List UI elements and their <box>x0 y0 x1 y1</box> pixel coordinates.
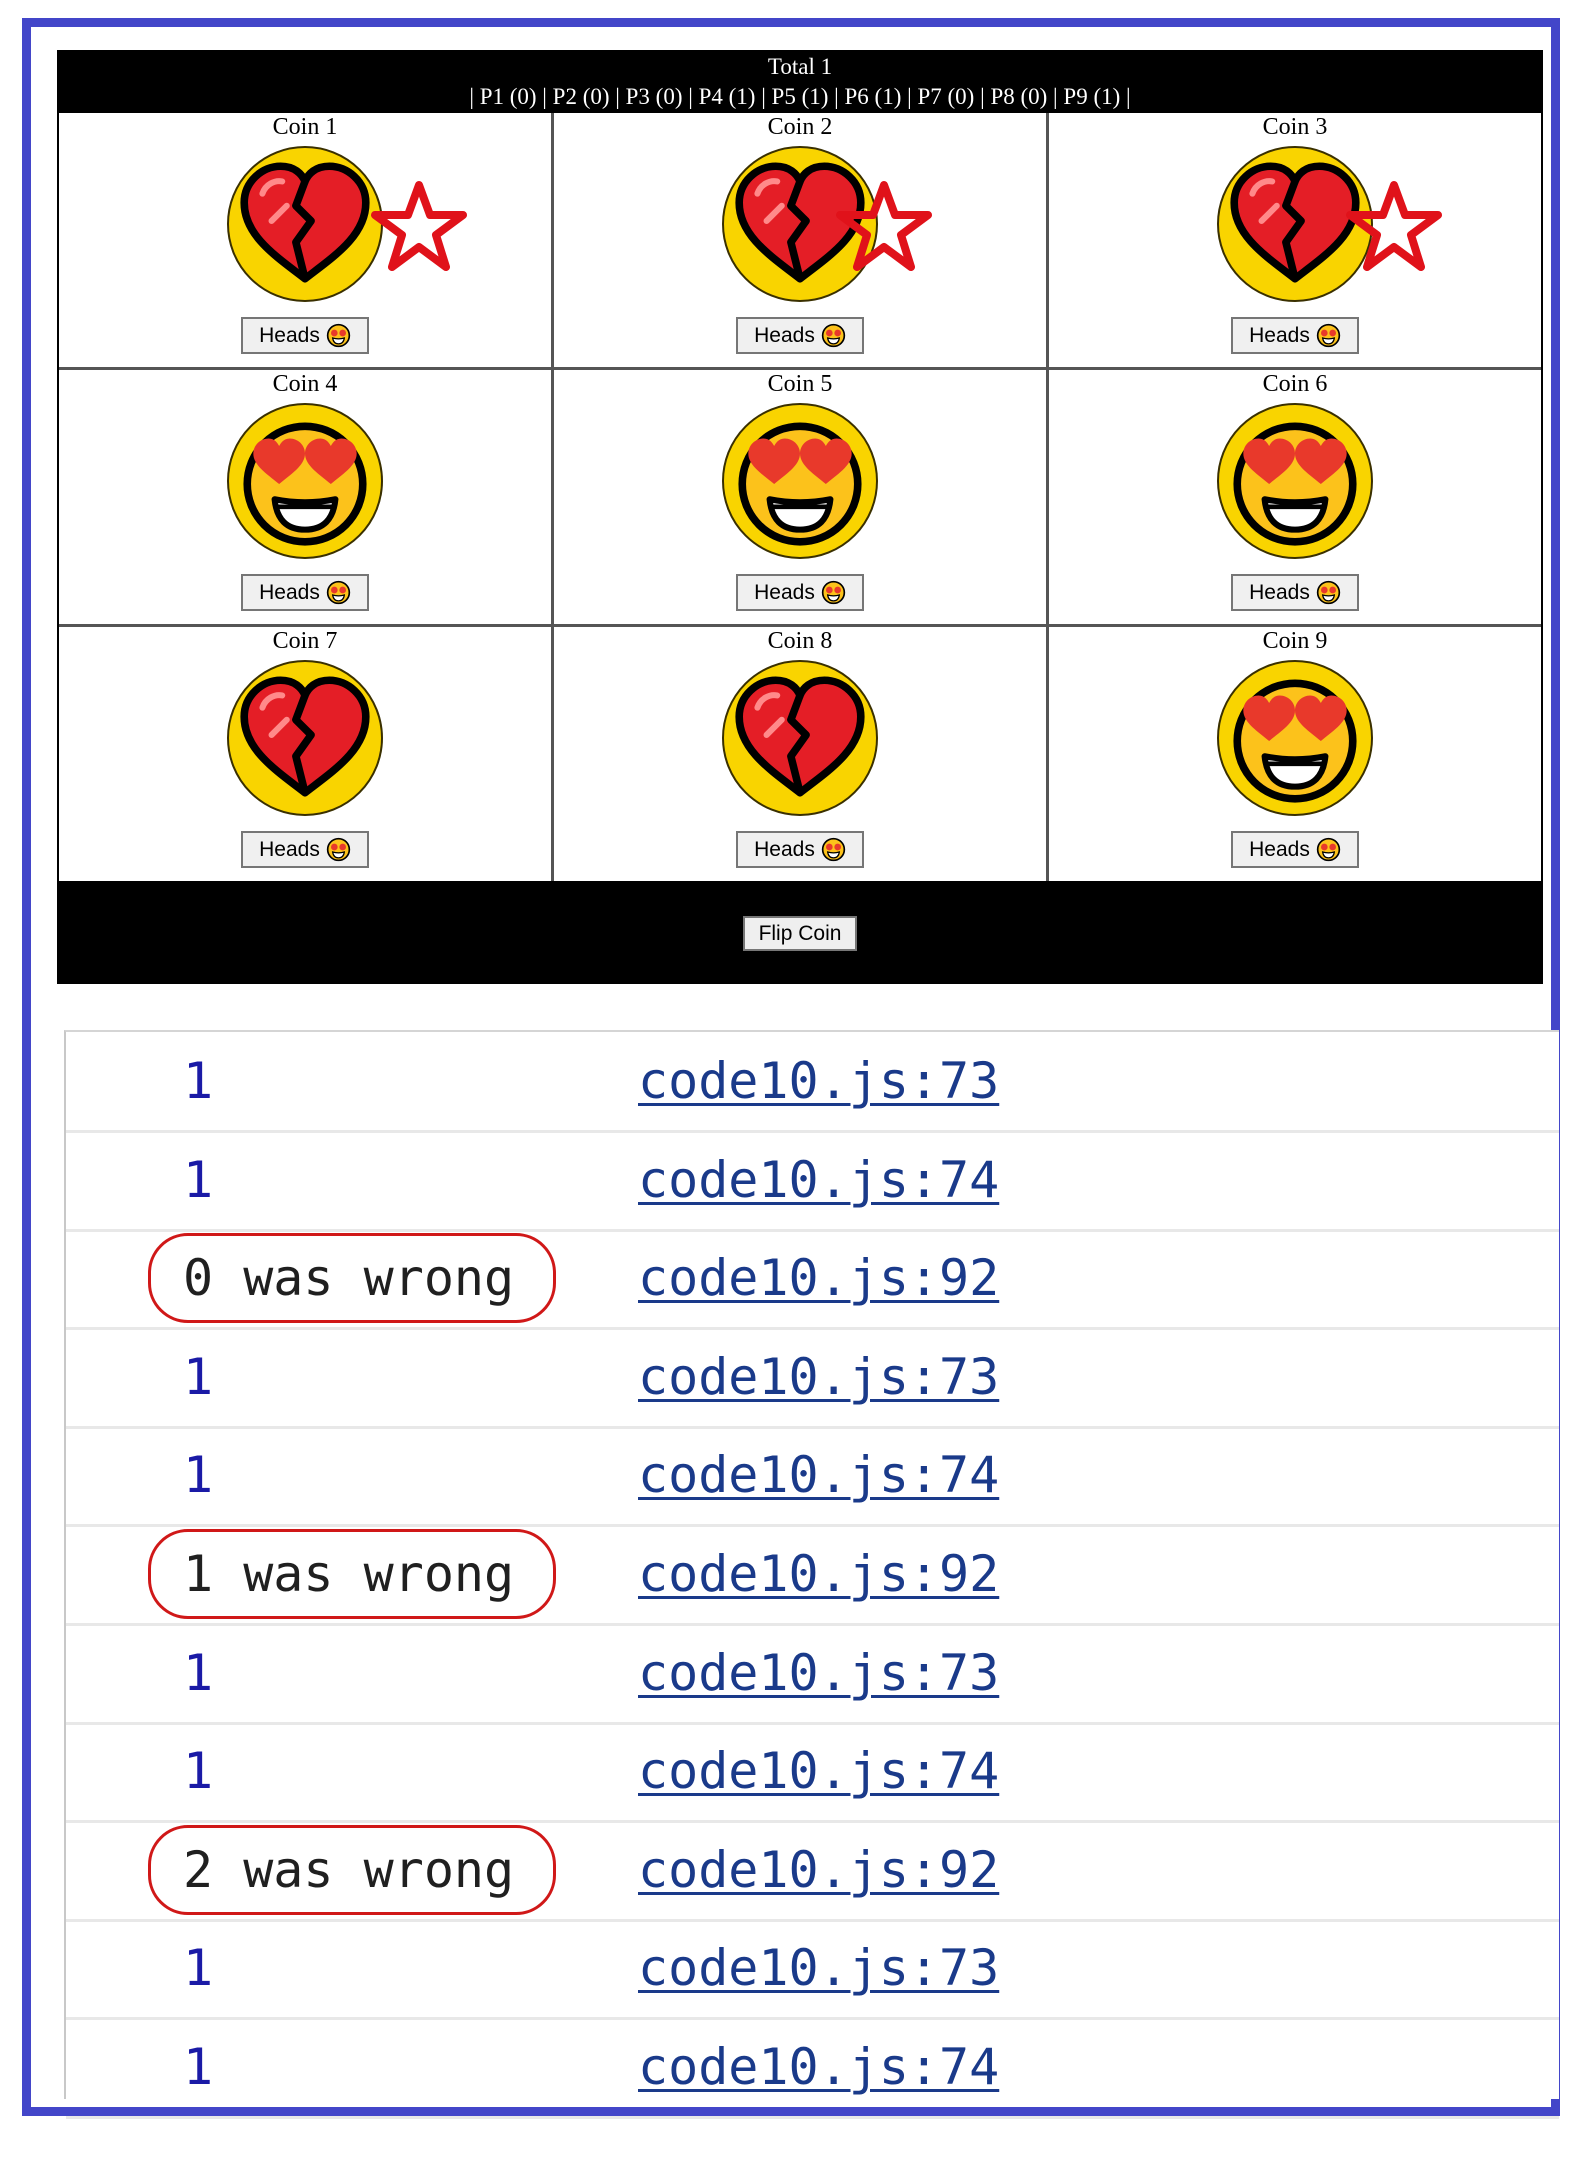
coin-cell: Coin 4 Heads <box>59 370 551 624</box>
console-row: 1 code10.js:74 <box>66 1426 1559 1528</box>
star-annotation-icon <box>1344 177 1444 277</box>
heads-button-label: Heads <box>1249 323 1310 347</box>
heads-button[interactable]: Heads <box>241 317 369 354</box>
heart-eyes-face-icon <box>1217 403 1373 559</box>
heads-button-label: Heads <box>259 580 320 604</box>
console-row: 1 code10.js:73 <box>66 1328 1559 1429</box>
heart-eyes-emoji-icon <box>1316 323 1341 348</box>
coin-label: Coin 8 <box>767 628 833 654</box>
console-message: 1 <box>183 2038 214 2096</box>
console-message: 1 <box>183 1150 214 1209</box>
heads-button[interactable]: Heads <box>1231 574 1359 611</box>
console-source-link[interactable]: code10.js:74 <box>638 1742 999 1800</box>
heads-button[interactable]: Heads <box>1231 317 1359 354</box>
heads-button[interactable]: Heads <box>1231 831 1359 868</box>
console-row: 0 was wrong code10.js:92 <box>66 1229 1559 1331</box>
console-row: 1 code10.js:74 <box>66 2018 1559 2119</box>
coin-cell: Coin 2 Heads <box>554 113 1046 367</box>
console-message: 1 <box>183 1742 214 1801</box>
console-row: 1 code10.js:74 <box>66 1722 1559 1824</box>
heads-button[interactable]: Heads <box>241 831 369 868</box>
coin-game-panel: Total 1 | P1 (0) | P2 (0) | P3 (0) | P4 … <box>57 50 1543 984</box>
console-source-link[interactable]: code10.js:73 <box>638 1644 999 1702</box>
coin-cell: Coin 8 Heads <box>554 627 1046 881</box>
heads-button-label: Heads <box>1249 837 1310 861</box>
total-score: Total 1 <box>767 54 833 79</box>
heads-button[interactable]: Heads <box>736 574 864 611</box>
console-source-link[interactable]: code10.js:73 <box>638 1052 999 1110</box>
devtools-console: 1 code10.js:73 1 code10.js:74 0 was wrong cod… <box>64 1030 1559 2119</box>
console-row: 1 code10.js:74 <box>66 1131 1559 1232</box>
heart-eyes-emoji-icon <box>326 323 351 348</box>
broken-heart-icon <box>722 660 878 816</box>
console-row: 1 was wrong code10.js:92 <box>66 1525 1559 1626</box>
heart-eyes-emoji-icon <box>326 837 351 862</box>
console-source-link[interactable]: code10.js:92 <box>638 1249 999 1307</box>
console-source-link[interactable]: code10.js:92 <box>638 1545 999 1603</box>
coin-grid: Coin 1 Heads Coin 2 Heads Coin 3 Heads Coin 4 H… <box>59 113 1541 881</box>
heads-button[interactable]: Heads <box>241 574 369 611</box>
console-message: 1 <box>183 1052 214 1110</box>
coin-cell: Coin 3 Heads <box>1049 113 1541 367</box>
coin-label: Coin 1 <box>272 114 338 140</box>
coin-label: Coin 7 <box>272 628 338 654</box>
error-highlight-annotation <box>148 1824 556 1915</box>
coin-label: Coin 6 <box>1262 371 1328 397</box>
console-source-link[interactable]: code10.js:92 <box>638 1841 999 1899</box>
error-highlight-annotation <box>148 1233 556 1324</box>
coin-cell: Coin 5 Heads <box>554 370 1046 624</box>
console-message: 1 <box>183 1446 214 1505</box>
console-row: 1 code10.js:73 <box>66 1919 1559 2021</box>
coin-cell: Coin 1 Heads <box>59 113 551 367</box>
broken-heart-icon <box>227 660 383 816</box>
heads-button-label: Heads <box>259 323 320 347</box>
heart-eyes-emoji-icon <box>326 580 351 605</box>
flip-coin-button[interactable]: Flip Coin <box>743 916 857 951</box>
heads-button-label: Heads <box>754 837 815 861</box>
heart-eyes-emoji-icon <box>821 323 846 348</box>
heart-eyes-emoji-icon <box>821 580 846 605</box>
coin-label: Coin 5 <box>767 371 833 397</box>
player-scores: | P1 (0) | P2 (0) | P3 (0) | P4 (1) | P5… <box>469 84 1131 109</box>
heart-eyes-face-icon <box>722 403 878 559</box>
heads-button-label: Heads <box>754 323 815 347</box>
coin-label: Coin 4 <box>272 371 338 397</box>
console-message: 1 <box>183 1347 214 1406</box>
console-message: 1 <box>183 1939 214 1998</box>
console-row: 2 was wrong code10.js:92 <box>66 1821 1559 1922</box>
console-source-link[interactable]: code10.js:74 <box>638 2038 999 2096</box>
heart-eyes-face-icon <box>1217 660 1373 816</box>
heads-button[interactable]: Heads <box>736 831 864 868</box>
heart-eyes-emoji-icon <box>1316 580 1341 605</box>
heads-button-label: Heads <box>1249 580 1310 604</box>
coin-label: Coin 2 <box>767 114 833 140</box>
heart-eyes-emoji-icon <box>1316 837 1341 862</box>
coin-cell: Coin 6 Heads <box>1049 370 1541 624</box>
console-source-link[interactable]: code10.js:73 <box>638 1939 999 1997</box>
coin-label: Coin 9 <box>1262 628 1328 654</box>
scoreboard-header: Total 1 | P1 (0) | P2 (0) | P3 (0) | P4 … <box>57 50 1543 113</box>
console-row: 1 code10.js:73 <box>66 1624 1559 1725</box>
heart-eyes-emoji-icon <box>821 837 846 862</box>
heads-button-label: Heads <box>754 580 815 604</box>
heart-eyes-face-icon <box>227 403 383 559</box>
error-highlight-annotation <box>148 1529 556 1619</box>
heads-button[interactable]: Heads <box>736 317 864 354</box>
console-message: 1 <box>183 1643 214 1702</box>
coin-cell: Coin 7 Heads <box>59 627 551 881</box>
broken-heart-icon <box>227 146 383 302</box>
console-source-link[interactable]: code10.js:74 <box>638 1446 999 1504</box>
console-source-link[interactable]: code10.js:73 <box>638 1348 999 1406</box>
heads-button-label: Heads <box>259 837 320 861</box>
console-row: 1 code10.js:73 <box>66 1032 1559 1133</box>
star-annotation-icon <box>834 177 934 277</box>
star-annotation-icon <box>369 177 469 277</box>
coin-cell: Coin 9 Heads <box>1049 627 1541 881</box>
game-footer: Flip Coin <box>57 881 1543 984</box>
console-source-link[interactable]: code10.js:74 <box>638 1151 999 1209</box>
coin-label: Coin 3 <box>1262 114 1328 140</box>
